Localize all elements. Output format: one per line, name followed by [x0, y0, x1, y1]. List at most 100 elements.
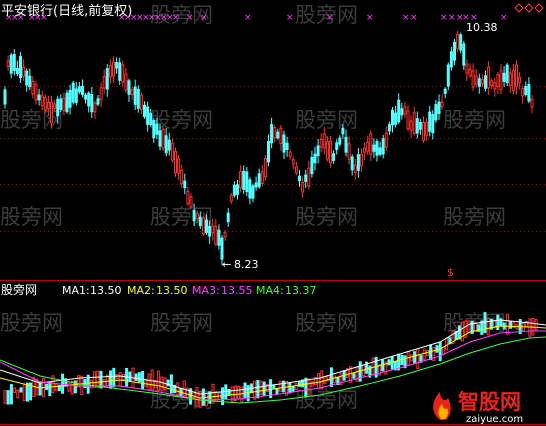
indicator-bar [288, 382, 292, 394]
indicator-bar [413, 351, 417, 364]
candle-body [425, 121, 429, 136]
candle-body [25, 70, 29, 86]
watermark: 股旁网 [0, 205, 63, 229]
candle-body [84, 94, 88, 100]
candle-body [449, 51, 453, 68]
diamond-icon-group[interactable] [514, 3, 544, 13]
diamond-icon[interactable] [524, 3, 534, 13]
indicator-bar [307, 378, 311, 396]
candle-body [183, 180, 187, 189]
candle-body [118, 62, 122, 81]
candle-body [217, 229, 221, 246]
candle-body [443, 88, 447, 94]
candle-body [112, 61, 115, 77]
candle-body [9, 54, 13, 74]
ma1-value: 13.50 [90, 284, 122, 297]
candle-body [28, 75, 32, 87]
ma1-label: MA1: [62, 284, 90, 297]
indicator-bar [317, 373, 321, 389]
indicator-bar [157, 370, 161, 391]
candle-body [158, 130, 162, 147]
candle-body [121, 64, 125, 83]
x-marker: × [186, 13, 194, 23]
candle-body [260, 171, 264, 185]
x-marker: × [326, 13, 334, 23]
diamond-icon[interactable] [534, 3, 544, 13]
candle-body [356, 154, 360, 171]
candle-body [155, 123, 159, 135]
indicator-bar [25, 382, 29, 402]
x-marker: × [448, 13, 456, 23]
indicator-bar [256, 380, 260, 399]
indicator-bar [112, 367, 116, 388]
chart-canvas[interactable]: 股旁网 股旁网 股旁网 股旁网 股旁网 股旁网 股旁网 股旁网 股旁网 股旁网 … [0, 0, 546, 426]
candle-body [319, 138, 323, 148]
candle-body [329, 140, 332, 164]
candle-body [174, 150, 177, 174]
candle-body [418, 121, 422, 130]
candle-body [490, 80, 494, 86]
candle-body [68, 89, 72, 108]
candle-body [167, 139, 171, 151]
indicator-bar [89, 379, 93, 389]
watermark: 股旁网 [0, 108, 63, 132]
candle-body [71, 82, 75, 103]
indicator-bar [243, 382, 247, 398]
indicator-bar [233, 385, 237, 402]
candle-body [344, 136, 348, 153]
logo-name: 智股网 [458, 390, 521, 414]
candle-body [434, 104, 438, 121]
indicator-bar [9, 384, 13, 405]
indicator-bar [505, 313, 509, 335]
indicator-bar [6, 390, 10, 405]
indicator-bar [278, 380, 282, 392]
watermark: 股旁网 [150, 311, 213, 335]
candle-body [127, 80, 131, 95]
indicator-bar [275, 388, 279, 395]
candle-body [279, 127, 283, 144]
x-marker: × [500, 13, 508, 23]
candle-body [521, 88, 525, 97]
candle-body [394, 112, 398, 125]
low-price-arrow: ← [222, 258, 231, 271]
candle-body [511, 70, 515, 92]
ma2-label: MA2: [127, 284, 155, 297]
candle-body [322, 133, 326, 149]
candle-body [363, 147, 367, 153]
indicator-bar [96, 370, 100, 389]
candle-body [96, 98, 100, 105]
candle-body [440, 101, 444, 108]
watermark: 股旁网 [0, 311, 63, 335]
candle-body [133, 86, 137, 105]
indicator-bar [253, 380, 257, 400]
watermark: 股旁网 [295, 205, 358, 229]
indicator-bar [509, 321, 513, 329]
candle-body [245, 171, 249, 192]
indicator-bar [320, 370, 324, 390]
candle-body [372, 144, 376, 152]
candle-body [307, 167, 311, 187]
candle-body [102, 76, 106, 89]
indicator-bar [141, 370, 145, 390]
price-candles[interactable] [3, 31, 534, 266]
candle-body [502, 72, 506, 82]
watermark: 股旁网 [150, 108, 213, 132]
candle-body [288, 151, 292, 157]
diamond-icon[interactable] [514, 3, 524, 13]
candle-body [186, 191, 190, 205]
watermark: 股旁网 [443, 205, 506, 229]
candle-body [31, 80, 35, 95]
candle-body [152, 120, 156, 139]
candle-body [211, 225, 215, 234]
indicator-bar [262, 381, 266, 396]
candle-body [276, 131, 280, 139]
indicator-bar [160, 376, 164, 391]
candle-body [332, 153, 336, 161]
candle-body [316, 145, 320, 157]
candle-body [143, 104, 146, 118]
candle-body [115, 62, 119, 69]
candle-body [465, 63, 469, 74]
candle-body [251, 185, 255, 199]
candle-body [487, 66, 491, 89]
candle-body [3, 89, 7, 105]
